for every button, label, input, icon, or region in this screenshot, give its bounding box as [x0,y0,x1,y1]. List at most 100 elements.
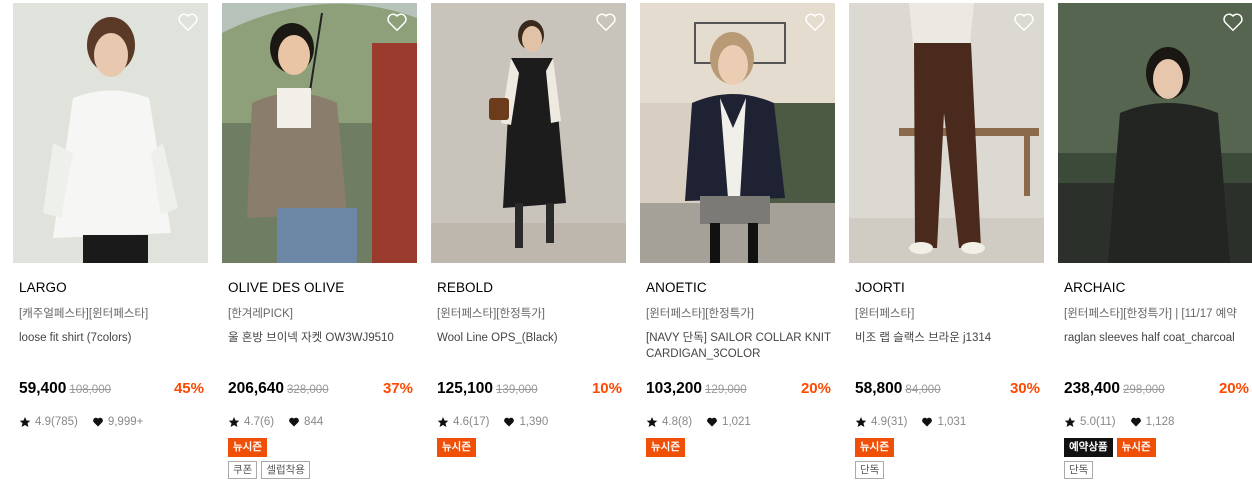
product-name[interactable]: loose fit shirt (7colors) [19,330,204,370]
star-icon [228,416,240,428]
exclusive-badge: 단독 [1064,461,1094,479]
brand-name[interactable]: JOORTI [855,280,1040,298]
original-price: 108,000 [69,384,111,396]
wishlist-heart-icon[interactable] [1222,11,1244,33]
rating: 4.7(6) [244,416,275,428]
rating: 4.6(17) [453,416,490,428]
product-card[interactable]: ANOETIC [윈터페스타][한정특가] [NAVY 단독] SAILOR C… [640,3,835,479]
discount-rate: 10% [591,380,622,397]
sale-price: 238,400 [1064,380,1121,397]
like-count: 9,999+ [107,416,144,428]
star-icon [1064,416,1076,428]
new-season-badge: 뉴시즌 [855,438,894,457]
star-icon [19,416,31,428]
product-image[interactable] [849,3,1044,263]
product-stats: 4.8(8) 1,021 [646,414,831,430]
original-price: 84,000 [905,384,941,396]
wishlist-heart-icon[interactable] [1013,11,1035,33]
badge-row: 뉴시즌 [228,438,413,457]
product-tags: [윈터페스타][한정특가] | [11/17 예약 [1064,308,1237,320]
brand-name[interactable]: LARGO [19,280,204,298]
product-card[interactable]: LARGO [캐주얼페스타][윈터페스타] loose fit shirt (7… [13,3,208,479]
rating: 5.0(11) [1080,416,1116,428]
like-count: 1,021 [722,416,751,428]
heart-icon [288,416,300,428]
product-name[interactable]: Wool Line OPS_(Black) [437,330,622,370]
rating: 4.8(8) [662,416,693,428]
exclusive-badge: 단독 [855,461,885,479]
rating: 4.9(31) [871,416,908,428]
wishlist-heart-icon[interactable] [386,11,408,33]
product-image[interactable] [222,3,417,263]
brand-name[interactable]: ARCHAIC [1064,280,1249,298]
price-row: 59,400 108,000 45% [19,380,204,402]
wishlist-heart-icon[interactable] [804,11,826,33]
product-stats: 4.9(31) 1,031 [855,414,1040,430]
heart-icon [1130,416,1142,428]
brand-name[interactable]: ANOETIC [646,280,831,298]
original-price: 328,000 [287,384,329,396]
wishlist-heart-icon[interactable] [177,11,199,33]
star-icon [646,416,658,428]
brand-name[interactable]: REBOLD [437,280,622,298]
like-count: 1,390 [519,416,549,428]
sale-price: 58,800 [855,380,903,397]
heart-icon [92,416,104,428]
product-stats: 4.6(17) 1,390 [437,414,622,430]
star-icon [437,416,449,428]
like-count: 844 [304,416,324,428]
discount-rate: 37% [382,380,413,397]
original-price: 298,000 [1123,384,1165,396]
product-name[interactable]: 비조 랩 슬랙스 브라운 j1314 [855,330,1040,370]
new-season-badge: 뉴시즌 [228,438,267,457]
product-stats: 4.9(785) 9,999+ [19,414,204,430]
coupon-badge: 쿠폰 [228,461,258,479]
star-icon [855,416,867,428]
badge-row-secondary: 단독 [1064,461,1249,479]
product-stats: 5.0(11) 1,128 [1064,414,1249,430]
celeb-badge: 셀럽착용 [261,461,310,479]
product-tags: [윈터페스타][한정특가] [437,308,545,320]
preorder-badge: 예약상품 [1064,438,1113,457]
product-name[interactable]: 울 혼방 브이넥 자켓 OW3WJ9510 [228,330,413,370]
heart-icon [706,416,718,428]
product-grid: LARGO [캐주얼페스타][윈터페스타] loose fit shirt (7… [13,3,1252,479]
product-image[interactable] [640,3,835,263]
product-tags: [윈터페스타] [855,308,915,320]
badge-row-secondary: 단독 [855,461,1040,479]
price-row: 238,400 298,000 20% [1064,380,1249,402]
discount-rate: 30% [1009,380,1040,397]
original-price: 129,000 [705,384,747,396]
wishlist-heart-icon[interactable] [595,11,617,33]
price-row: 58,800 84,000 30% [855,380,1040,402]
product-card[interactable]: JOORTI [윈터페스타] 비조 랩 슬랙스 브라운 j1314 58,800… [849,3,1044,479]
product-card[interactable]: REBOLD [윈터페스타][한정특가] Wool Line OPS_(Blac… [431,3,626,479]
discount-rate: 20% [800,380,831,397]
sale-price: 103,200 [646,380,703,397]
product-image[interactable] [1058,3,1252,263]
new-season-badge: 뉴시즌 [1116,438,1156,457]
badge-row: 예약상품 뉴시즌 [1064,438,1249,457]
product-card[interactable]: ARCHAIC [윈터페스타][한정특가] | [11/17 예약 raglan… [1058,3,1252,479]
badge-row: 뉴시즌 [855,438,1040,457]
product-image[interactable] [431,3,626,263]
new-season-badge: 뉴시즌 [437,438,476,457]
heart-icon [921,416,933,428]
discount-rate: 45% [173,380,204,397]
product-tags: [윈터페스타][한정특가] [646,308,754,320]
product-stats: 4.7(6) 844 [228,414,413,430]
discount-rate: 20% [1218,380,1249,397]
product-name[interactable]: raglan sleeves half coat_charcoal [1064,330,1249,370]
product-name[interactable]: [NAVY 단독] SAILOR COLLAR KNIT CARDIGAN_3C… [646,330,831,370]
sale-price: 125,100 [437,380,494,397]
brand-name[interactable]: OLIVE DES OLIVE [228,280,413,298]
product-image[interactable] [13,3,208,263]
like-count: 1,128 [1145,416,1175,428]
badge-row-secondary: 쿠폰 셀럽착용 [228,461,413,479]
product-tags: [캐주얼페스타][윈터페스타] [19,308,149,320]
price-row: 103,200 129,000 20% [646,380,831,402]
product-card[interactable]: OLIVE DES OLIVE [한겨레PICK] 울 혼방 브이넥 자켓 OW… [222,3,417,479]
heart-icon [503,416,515,428]
new-season-badge: 뉴시즌 [646,438,685,457]
price-row: 206,640 328,000 37% [228,380,413,402]
